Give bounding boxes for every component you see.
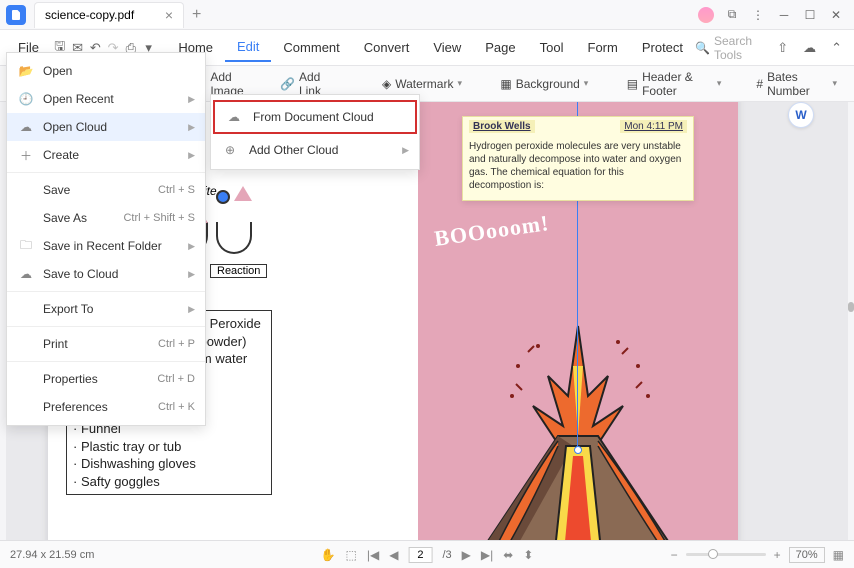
- bates-number-button[interactable]: #Bates Number▾: [747, 65, 846, 103]
- annotation-note[interactable]: Brook Wells Mon 4:11 PM Hydrogen peroxid…: [462, 116, 694, 201]
- cloud-open-icon: ☁: [17, 118, 35, 136]
- header-footer-button[interactable]: ▤Header & Footer▾: [618, 65, 731, 103]
- menu-page[interactable]: Page: [473, 34, 527, 61]
- recent-icon: 🕘: [17, 90, 35, 108]
- new-tab-button[interactable]: +: [192, 6, 201, 24]
- search-icon: 🔍: [695, 41, 710, 55]
- file-menu: 📂Open 🕘Open Recent▶ ☁Open Cloud▶ ＋Create…: [6, 52, 206, 426]
- menu-comment[interactable]: Comment: [271, 34, 351, 61]
- open-window-icon[interactable]: ⧉: [720, 3, 744, 27]
- menu-tool[interactable]: Tool: [528, 34, 576, 61]
- volcano-illustration: [418, 296, 718, 540]
- app-icon: [6, 5, 26, 25]
- background-button[interactable]: ▦Background▾: [491, 72, 597, 96]
- open-icon: 📂: [17, 62, 35, 80]
- menu-preferences[interactable]: PreferencesCtrl + K: [7, 393, 205, 421]
- menu-save-as[interactable]: Save AsCtrl + Shift + S: [7, 204, 205, 232]
- tab-title: science-copy.pdf: [45, 8, 134, 22]
- menu-properties[interactable]: PropertiesCtrl + D: [7, 365, 205, 393]
- list-item: Plastic tray or tub: [73, 438, 265, 456]
- statusbar: 27.94 x 21.59 cm ✋ ⬚ |◀ ◀ /3 ▶ ▶| ⬌ ⬍ − …: [0, 540, 854, 568]
- maximize-button[interactable]: ☐: [798, 3, 822, 27]
- minimize-button[interactable]: ─: [772, 3, 796, 27]
- search-tools[interactable]: 🔍 Search Tools: [695, 34, 767, 62]
- reaction-label: Reaction: [210, 264, 267, 278]
- zoom-slider[interactable]: [686, 553, 766, 556]
- export-word-badge[interactable]: W: [788, 102, 814, 128]
- menu-open-recent[interactable]: 🕘Open Recent▶: [7, 85, 205, 113]
- note-author: Brook Wells: [469, 120, 535, 133]
- close-button[interactable]: ✕: [824, 3, 848, 27]
- document-tab[interactable]: science-copy.pdf ×: [34, 2, 184, 28]
- list-item: Safty goggles: [73, 473, 265, 491]
- zoom-in-icon[interactable]: +: [774, 548, 781, 562]
- hand-tool-icon[interactable]: ✋: [321, 548, 336, 562]
- selection-handle-bottom[interactable]: [574, 446, 582, 454]
- watermark-button[interactable]: ◈Watermark▾: [373, 72, 471, 96]
- page-dimensions: 27.94 x 21.59 cm: [10, 549, 94, 561]
- list-item: Dishwashing gloves: [73, 455, 265, 473]
- more-icon[interactable]: ⋮: [746, 3, 770, 27]
- next-page-icon[interactable]: ▶: [462, 548, 471, 562]
- collapse-icon[interactable]: ⌃: [825, 34, 848, 62]
- menu-convert[interactable]: Convert: [352, 34, 422, 61]
- prev-page-icon[interactable]: ◀: [389, 548, 398, 562]
- submenu-from-document-cloud[interactable]: ☁From Document Cloud: [213, 100, 417, 134]
- menu-open[interactable]: 📂Open: [7, 57, 205, 85]
- share-icon[interactable]: ⇧: [771, 34, 794, 62]
- menu-view[interactable]: View: [421, 34, 473, 61]
- folder-icon: 🗀: [17, 237, 35, 255]
- menu-save-to-cloud[interactable]: ☁Save to Cloud▶: [7, 260, 205, 288]
- page-total: /3: [442, 549, 451, 561]
- note-time: Mon 4:11 PM: [620, 120, 687, 133]
- zoom-out-icon[interactable]: −: [671, 548, 678, 562]
- menu-form[interactable]: Form: [576, 34, 630, 61]
- fit-page-icon[interactable]: ⬍: [523, 548, 533, 562]
- boom-text: BOOooom!: [433, 210, 551, 252]
- last-page-icon[interactable]: ▶|: [481, 548, 493, 562]
- menu-edit[interactable]: Edit: [225, 33, 271, 62]
- scrollbar[interactable]: [848, 102, 854, 540]
- titlebar: science-copy.pdf × + ⧉ ⋮ ─ ☐ ✕: [0, 0, 854, 30]
- page-input[interactable]: [408, 547, 432, 563]
- zoom-level: 70%: [789, 547, 825, 563]
- cloud-icon[interactable]: ☁: [798, 34, 821, 62]
- menu-protect[interactable]: Protect: [630, 34, 695, 61]
- create-icon: ＋: [17, 146, 35, 164]
- menu-save-recent-folder[interactable]: 🗀Save in Recent Folder▶: [7, 232, 205, 260]
- add-cloud-icon: ⊕: [221, 141, 239, 159]
- open-cloud-submenu: ☁From Document Cloud ⊕Add Other Cloud▶: [210, 94, 420, 170]
- fit-width-icon[interactable]: ⬌: [503, 548, 513, 562]
- note-body: Hydrogen peroxide molecules are very uns…: [463, 136, 693, 200]
- close-tab-icon[interactable]: ×: [165, 7, 173, 23]
- select-tool-icon[interactable]: ⬚: [346, 548, 357, 562]
- cloud-save-icon: ☁: [17, 265, 35, 283]
- theme-icon[interactable]: [694, 3, 718, 27]
- menu-print[interactable]: PrintCtrl + P: [7, 330, 205, 358]
- menu-open-cloud[interactable]: ☁Open Cloud▶: [7, 113, 205, 141]
- layout-icon[interactable]: ▦: [833, 548, 844, 562]
- menu-export-to[interactable]: Export To▶: [7, 295, 205, 323]
- menu-create[interactable]: ＋Create▶: [7, 141, 205, 169]
- menu-save[interactable]: SaveCtrl + S: [7, 176, 205, 204]
- doc-cloud-icon: ☁: [225, 108, 243, 126]
- first-page-icon[interactable]: |◀: [367, 548, 379, 562]
- submenu-add-other-cloud[interactable]: ⊕Add Other Cloud▶: [211, 135, 419, 165]
